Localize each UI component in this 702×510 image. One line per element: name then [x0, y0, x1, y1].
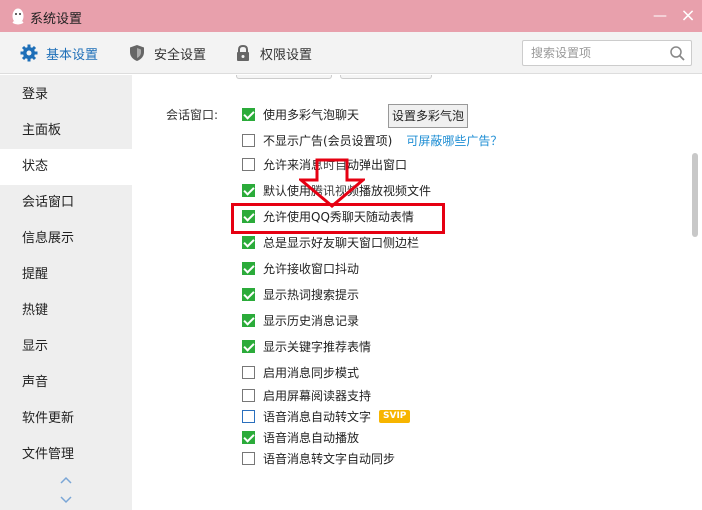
- option-row[interactable]: 语音消息自动转文字 SVIP: [242, 406, 411, 426]
- option-row[interactable]: 总是显示好友聊天窗口侧边栏: [242, 232, 419, 252]
- option-label: 显示热词搜索提示: [263, 287, 360, 302]
- option-row[interactable]: 启用消息同步模式: [242, 362, 359, 382]
- window-title: 系统设置: [30, 12, 83, 27]
- checkbox[interactable]: [242, 313, 255, 327]
- tab-permission-settings[interactable]: 权限设置: [234, 32, 312, 74]
- settings-content: 会话窗口: 使用多彩气泡聊天 设置多彩气泡 不显示广告(会员设置项) 可屏蔽哪些…: [132, 75, 702, 510]
- checkbox[interactable]: [242, 409, 255, 423]
- checkbox[interactable]: [242, 107, 255, 121]
- option-row[interactable]: 显示关键字推荐表情: [242, 336, 371, 356]
- sidebar-item-sound[interactable]: 声音: [0, 365, 132, 401]
- search-box[interactable]: [522, 40, 692, 66]
- lock-icon: [237, 44, 249, 61]
- checkbox[interactable]: [242, 430, 255, 444]
- group-label-chat-window: 会话窗口:: [166, 108, 219, 122]
- option-row[interactable]: 语音消息转文字自动同步: [242, 448, 395, 468]
- close-button[interactable]: ×: [678, 6, 698, 26]
- sidebar-item-status[interactable]: 状态: [0, 149, 132, 185]
- minimize-button[interactable]: —: [650, 6, 670, 26]
- option-row[interactable]: 语音消息自动播放: [242, 427, 359, 447]
- chevron-down-icon[interactable]: [58, 493, 74, 505]
- tab-label: 基本设置: [46, 47, 99, 63]
- option-label: 总是显示好友聊天窗口侧边栏: [263, 235, 420, 250]
- option-label: 允许接收窗口抖动: [263, 261, 360, 276]
- qq-penguin-icon: [12, 8, 24, 25]
- search-input[interactable]: [523, 41, 663, 65]
- option-label: 显示关键字推荐表情: [263, 339, 372, 354]
- checkbox[interactable]: [242, 287, 255, 301]
- sidebar-item-display[interactable]: 显示: [0, 329, 132, 365]
- option-label: 语音消息自动播放: [263, 430, 360, 445]
- gear-icon: [20, 44, 38, 62]
- tab-bar: 基本设置 安全设置 权限设置: [0, 32, 702, 74]
- option-row[interactable]: 显示历史消息记录: [242, 310, 359, 330]
- option-label: 使用多彩气泡聊天: [263, 107, 360, 122]
- checkbox[interactable]: [242, 365, 255, 379]
- red-arrow-down-icon: [299, 158, 365, 208]
- tab-security-settings[interactable]: 安全设置: [128, 32, 206, 74]
- checkbox[interactable]: [242, 339, 255, 353]
- sidebar-item-chat-window[interactable]: 会话窗口: [0, 185, 132, 221]
- sidebar-item-software-update[interactable]: 软件更新: [0, 401, 132, 437]
- partial-button[interactable]: [236, 75, 332, 79]
- ad-info-link[interactable]: 可屏蔽哪些广告？: [406, 132, 502, 149]
- option-row[interactable]: 启用屏幕阅读器支持: [242, 385, 371, 405]
- checkbox[interactable]: [242, 388, 255, 402]
- sidebar-item-login[interactable]: 登录: [0, 77, 132, 113]
- option-label: 显示历史消息记录: [263, 313, 360, 328]
- chevron-up-icon[interactable]: [58, 475, 74, 487]
- sidebar-item-reminder[interactable]: 提醒: [0, 257, 132, 293]
- sidebar-item-hotkey[interactable]: 热键: [0, 293, 132, 329]
- partial-button[interactable]: [340, 75, 432, 79]
- option-label: 启用消息同步模式: [263, 365, 360, 380]
- option-label: 不显示广告(会员设置项): [263, 133, 393, 148]
- option-row[interactable]: 不显示广告(会员设置项) 可屏蔽哪些广告？: [242, 130, 502, 150]
- tab-label: 安全设置: [154, 47, 207, 63]
- checkbox[interactable]: [242, 133, 255, 147]
- sidebar-item-info-display[interactable]: 信息展示: [0, 221, 132, 257]
- checkbox[interactable]: [242, 183, 255, 197]
- sidebar-item-main-panel[interactable]: 主面板: [0, 113, 132, 149]
- option-label: 语音消息自动转文字: [263, 409, 372, 424]
- vertical-scrollbar[interactable]: [692, 153, 698, 237]
- sidebar-item-file-management[interactable]: 文件管理: [0, 437, 132, 473]
- search-icon[interactable]: [669, 45, 685, 61]
- checkbox[interactable]: [242, 157, 255, 171]
- option-row[interactable]: 允许接收窗口抖动: [242, 258, 359, 278]
- option-row[interactable]: 使用多彩气泡聊天: [242, 104, 359, 124]
- set-bubble-button[interactable]: 设置多彩气泡: [388, 104, 468, 128]
- option-row[interactable]: 显示热词搜索提示: [242, 284, 359, 304]
- tab-label: 权限设置: [260, 47, 313, 63]
- checkbox[interactable]: [242, 261, 255, 275]
- option-label: 启用屏幕阅读器支持: [263, 388, 372, 403]
- checkbox[interactable]: [242, 235, 255, 249]
- sidebar: 登录 主面板 状态 会话窗口 信息展示 提醒 热键 显示 声音 软件更新 文件管…: [0, 75, 132, 510]
- checkbox[interactable]: [242, 451, 255, 465]
- shield-icon: [130, 45, 144, 61]
- tab-basic-settings[interactable]: 基本设置: [20, 32, 98, 74]
- svip-badge: SVIP: [379, 409, 411, 423]
- option-label: 语音消息转文字自动同步: [263, 451, 396, 466]
- title-bar: 系统设置 — ×: [0, 0, 702, 32]
